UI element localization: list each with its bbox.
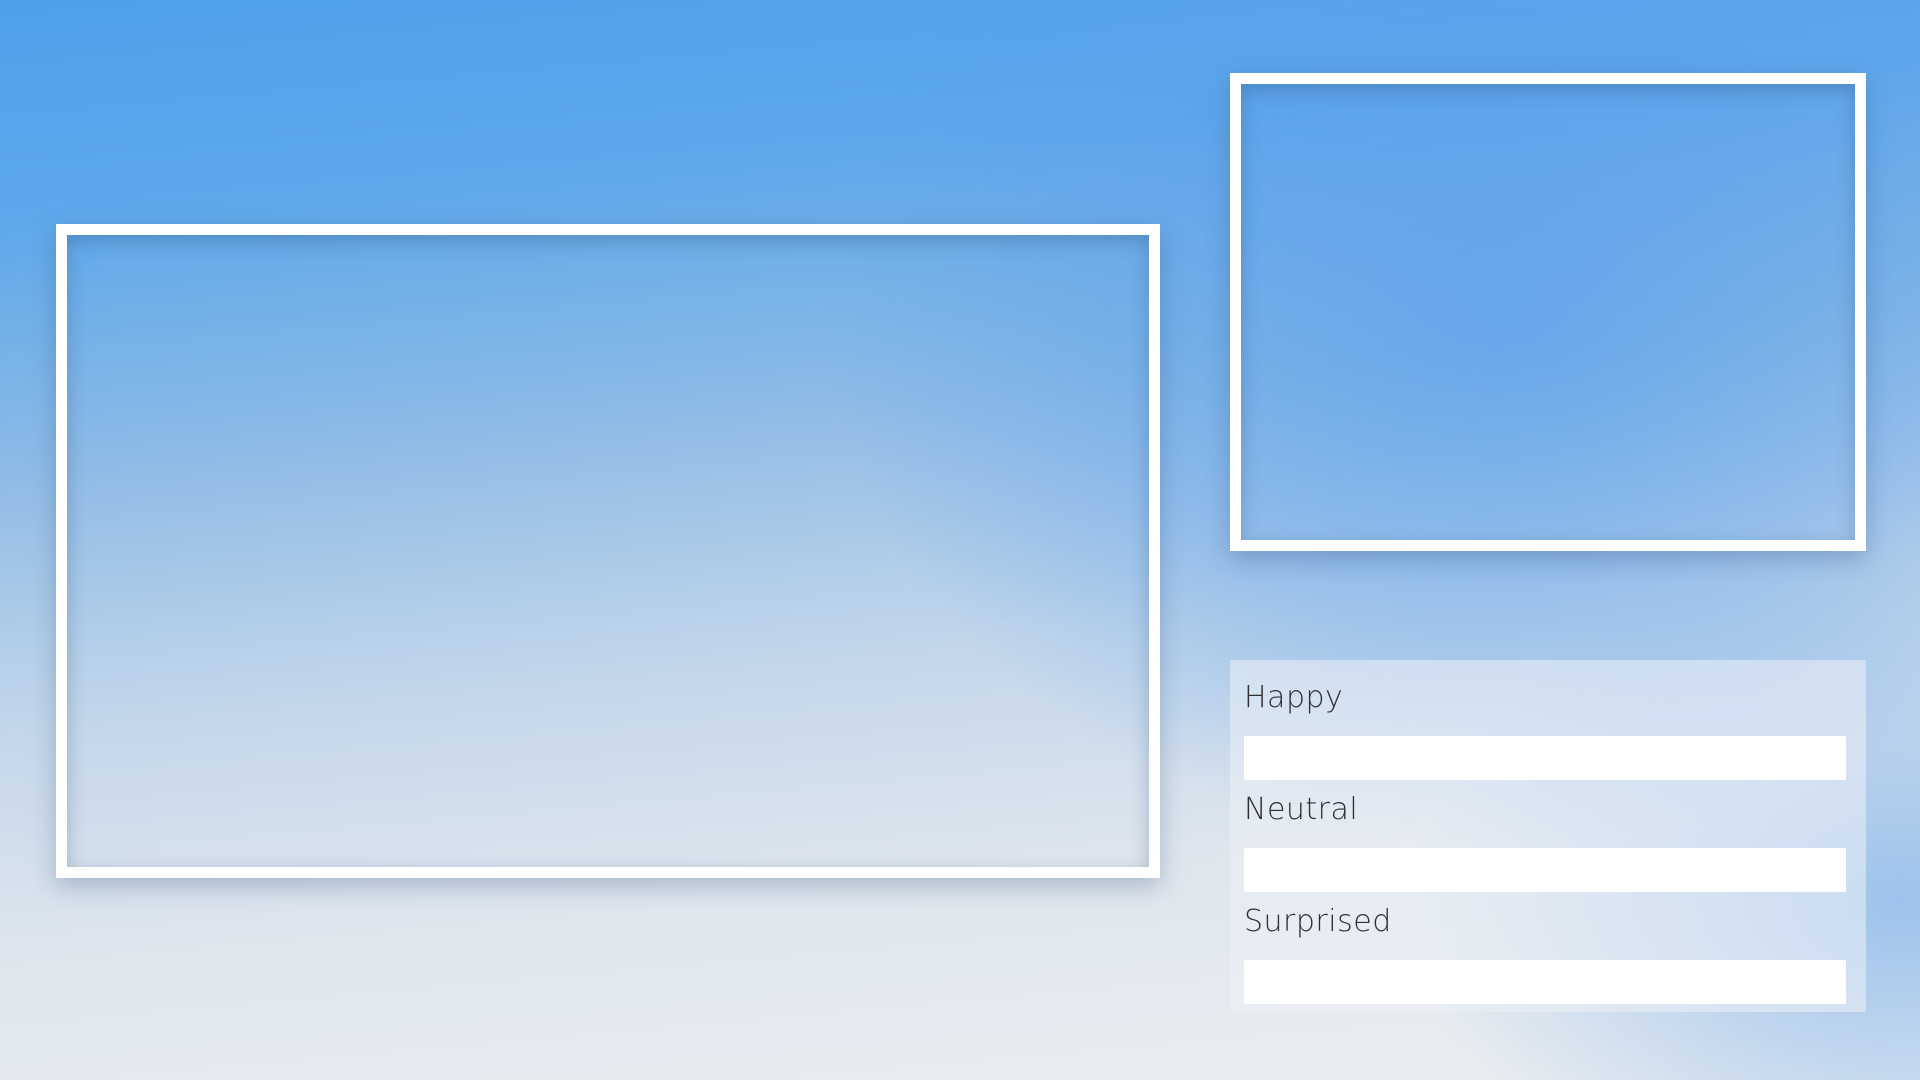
emotion-bar-surprised xyxy=(1244,960,1846,1004)
emotion-label: Surprised xyxy=(1244,904,1392,939)
emotion-row-neutral: Neutral xyxy=(1244,792,1846,892)
emotion-row-happy: Happy xyxy=(1244,680,1846,780)
main-video-frame xyxy=(56,224,1160,878)
emotion-bar-happy xyxy=(1244,736,1846,780)
emotion-label: Happy xyxy=(1244,680,1344,715)
emotion-bar-neutral xyxy=(1244,848,1846,892)
emotion-row-surprised: Surprised xyxy=(1244,904,1846,1004)
emotion-panel: Happy Neutral Surprised xyxy=(1230,660,1866,1012)
emotion-label: Neutral xyxy=(1244,792,1359,827)
secondary-video-frame xyxy=(1230,73,1866,551)
